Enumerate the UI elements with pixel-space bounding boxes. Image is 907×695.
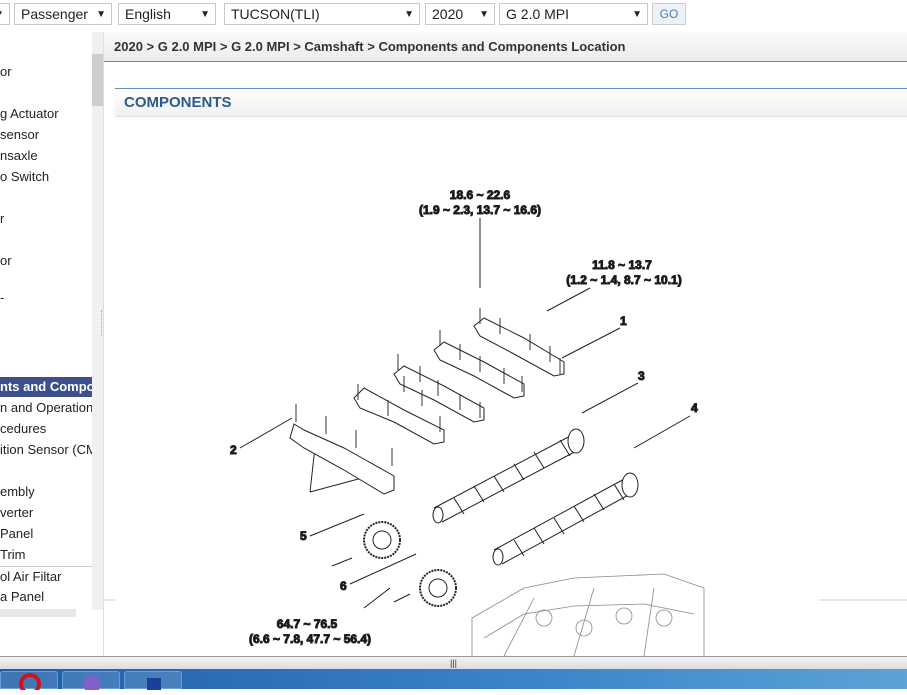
viber-icon[interactable] xyxy=(62,671,120,693)
camshaft-components-diagram: 18.6 ~ 22.6 (1.9 ~ 2.3, 13.7 ~ 16.6) 11.… xyxy=(104,118,907,656)
callout-6: 6 xyxy=(340,579,347,593)
intake-camshaft xyxy=(432,428,585,524)
language-select[interactable]: English ▼ xyxy=(118,3,216,25)
vehicle-type-select[interactable]: Passenger ▼ xyxy=(14,3,112,25)
select-value: Passenger xyxy=(21,6,88,22)
camshaft-bearing-caps xyxy=(289,317,565,495)
torque-right-line2: (1.2 ~ 1.4, 8.7 ~ 10.1) xyxy=(566,273,681,287)
top-toolbar: ▼ Passenger ▼ English ▼ TUCSON(TLI) ▼ 2020 ▼… xyxy=(0,0,907,30)
exhaust-camshaft xyxy=(492,472,639,566)
chevron-down-icon: ▼ xyxy=(632,9,642,20)
torque-top-line2: (1.9 ~ 2.3, 13.7 ~ 16.6) xyxy=(419,203,541,217)
taskbar xyxy=(0,669,907,695)
sidebar-item[interactable]: nsaxle xyxy=(0,146,92,166)
chevron-down-icon: ▼ xyxy=(96,9,106,20)
sidebar-item[interactable]: verter xyxy=(0,503,92,523)
torque-right-line1: 11.8 ~ 13.7 xyxy=(592,258,652,272)
select-value: G 2.0 MPI xyxy=(506,6,570,22)
app-icon[interactable] xyxy=(124,671,182,690)
sidebar-item[interactable]: - xyxy=(0,288,92,308)
sidebar-item[interactable]: n and Operation xyxy=(0,398,92,418)
select-partial[interactable]: ▼ xyxy=(0,3,10,25)
cylinder-head xyxy=(471,573,705,656)
torque-bottom-line2: (6.6 ~ 7.8, 47.7 ~ 56.4) xyxy=(249,632,371,646)
pane-splitter[interactable]: ||| xyxy=(0,656,907,669)
sidebar-item[interactable]: cedures xyxy=(0,419,92,439)
callout-4: 4 xyxy=(691,401,698,415)
select-value: TUCSON(TLI) xyxy=(231,6,320,22)
breadcrumb: 2020 > G 2.0 MPI > G 2.0 MPI > Camshaft … xyxy=(104,32,907,62)
sidebar-item[interactable]: or xyxy=(0,251,92,271)
model-select[interactable]: TUCSON(TLI) ▼ xyxy=(224,3,420,25)
sidebar-nav: or g Actuator sensor nsaxle o Switch r o… xyxy=(0,32,104,656)
year-select[interactable]: 2020 ▼ xyxy=(425,3,495,25)
sidebar-item[interactable]: or xyxy=(0,62,92,82)
content-pane: 2020 > G 2.0 MPI > G 2.0 MPI > Camshaft … xyxy=(104,32,907,656)
torque-bottom-line1: 64.7 ~ 76.5 xyxy=(277,617,338,631)
sidebar-item[interactable]: embly xyxy=(0,482,92,502)
scrollbar-thumb[interactable] xyxy=(92,54,103,106)
select-value: English xyxy=(125,6,171,22)
callout-1: 1 xyxy=(620,314,627,328)
sidebar-item[interactable]: Panel xyxy=(0,524,92,544)
sidebar-item[interactable]: o Switch xyxy=(0,167,92,187)
sidebar-item[interactable]: g Actuator xyxy=(0,104,92,124)
callout-5: 5 xyxy=(300,529,307,543)
opera-icon[interactable] xyxy=(0,671,58,695)
go-button[interactable]: GO xyxy=(652,3,686,25)
torque-top-line1: 18.6 ~ 22.6 xyxy=(450,188,511,202)
callout-3: 3 xyxy=(638,369,645,383)
sidebar-item[interactable]: Trim xyxy=(0,545,92,565)
engine-select[interactable]: G 2.0 MPI ▼ xyxy=(499,3,648,25)
sidebar-item-active[interactable]: nts and Compo xyxy=(0,377,92,397)
sidebar-item[interactable]: r xyxy=(0,209,92,229)
chevron-down-icon: ▼ xyxy=(0,7,4,23)
sidebar-item[interactable]: ol Air Filtar xyxy=(0,566,92,586)
chevron-down-icon: ▼ xyxy=(479,9,489,20)
callout-2: 2 xyxy=(230,443,237,457)
chevron-down-icon: ▼ xyxy=(404,9,414,20)
sidebar-horizontal-scrollbar[interactable] xyxy=(0,609,76,617)
sidebar-item[interactable]: sensor xyxy=(0,125,92,145)
sidebar-item[interactable]: a Panel xyxy=(0,587,92,607)
select-value: 2020 xyxy=(432,6,464,22)
sidebar-item[interactable]: ition Sensor (CM xyxy=(0,440,92,460)
chevron-down-icon: ▼ xyxy=(200,9,210,20)
section-title: COMPONENTS xyxy=(115,88,907,117)
